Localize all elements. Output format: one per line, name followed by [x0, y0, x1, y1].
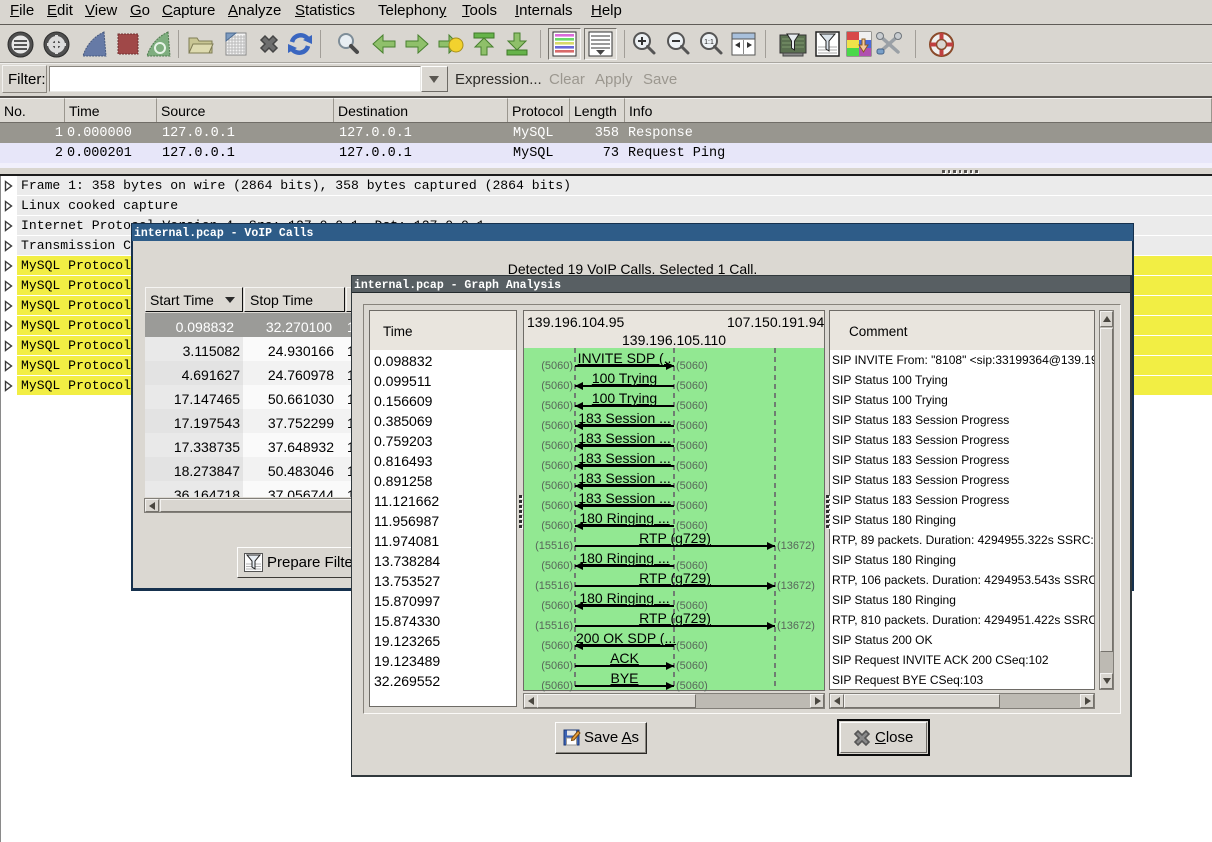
svg-text:1:1: 1:1: [704, 39, 714, 46]
